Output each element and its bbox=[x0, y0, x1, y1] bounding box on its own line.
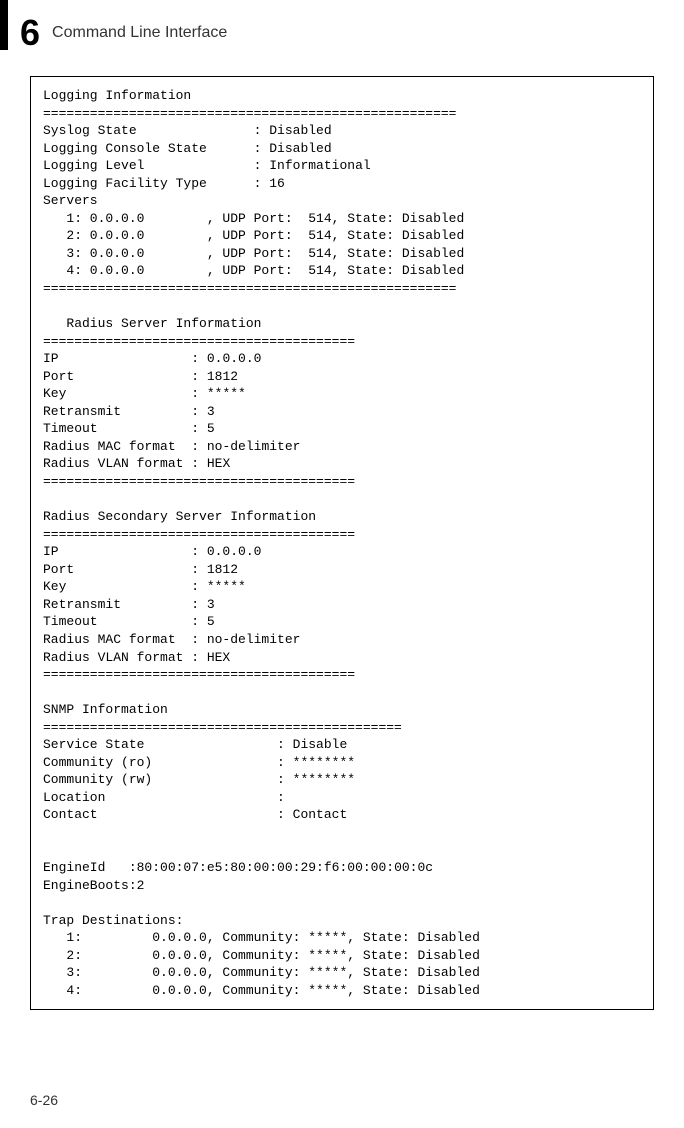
mac-format-row: Radius MAC format : no-delimiter bbox=[43, 439, 300, 454]
engineboots-row: EngineBoots:2 bbox=[43, 878, 144, 893]
key-row: Key : ***** bbox=[43, 386, 246, 401]
divider: ========================================… bbox=[43, 720, 402, 735]
divider: ======================================== bbox=[43, 334, 355, 349]
server-row: 2: 0.0.0.0 , UDP Port: 514, State: Disab… bbox=[43, 228, 464, 243]
trap-row: 1: 0.0.0.0, Community: *****, State: Dis… bbox=[43, 930, 480, 945]
trap-row: 2: 0.0.0.0, Community: *****, State: Dis… bbox=[43, 948, 480, 963]
vlan-format-row: Radius VLAN format : HEX bbox=[43, 456, 230, 471]
ip-row: IP : 0.0.0.0 bbox=[43, 544, 261, 559]
server-row: 4: 0.0.0.0 , UDP Port: 514, State: Disab… bbox=[43, 263, 464, 278]
console-state-row: Logging Console State : Disabled bbox=[43, 141, 332, 156]
page-header: 6 Command Line Interface bbox=[0, 0, 684, 66]
divider: ========================================… bbox=[43, 106, 456, 121]
port-row: Port : 1812 bbox=[43, 369, 238, 384]
server-row: 3: 0.0.0.0 , UDP Port: 514, State: Disab… bbox=[43, 246, 464, 261]
radius-header: Radius Server Information bbox=[43, 316, 261, 331]
logging-header: Logging Information bbox=[43, 88, 191, 103]
divider: ========================================… bbox=[43, 281, 456, 296]
radius2-header: Radius Secondary Server Information bbox=[43, 509, 316, 524]
engineid-row: EngineId :80:00:07:e5:80:00:00:29:f6:00:… bbox=[43, 860, 433, 875]
community-ro-row: Community (ro) : ******** bbox=[43, 755, 355, 770]
divider: ======================================== bbox=[43, 474, 355, 489]
ip-row: IP : 0.0.0.0 bbox=[43, 351, 261, 366]
servers-label: Servers bbox=[43, 193, 98, 208]
key-row: Key : ***** bbox=[43, 579, 246, 594]
page-number: 6-26 bbox=[30, 1092, 58, 1108]
facility-type-row: Logging Facility Type : 16 bbox=[43, 176, 285, 191]
server-row: 1: 0.0.0.0 , UDP Port: 514, State: Disab… bbox=[43, 211, 464, 226]
chapter-number: 6 bbox=[20, 12, 40, 54]
snmp-header: SNMP Information bbox=[43, 702, 168, 717]
logging-level-row: Logging Level : Informational bbox=[43, 158, 371, 173]
contact-row: Contact : Contact bbox=[43, 807, 347, 822]
terminal-output-box: Logging Information ====================… bbox=[30, 76, 654, 1010]
divider: ======================================== bbox=[43, 667, 355, 682]
port-row: Port : 1812 bbox=[43, 562, 238, 577]
trap-header: Trap Destinations: bbox=[43, 913, 183, 928]
trap-row: 4: 0.0.0.0, Community: *****, State: Dis… bbox=[43, 983, 480, 998]
mac-format-row: Radius MAC format : no-delimiter bbox=[43, 632, 300, 647]
divider: ======================================== bbox=[43, 527, 355, 542]
vlan-format-row: Radius VLAN format : HEX bbox=[43, 650, 230, 665]
timeout-row: Timeout : 5 bbox=[43, 614, 215, 629]
retransmit-row: Retransmit : 3 bbox=[43, 404, 215, 419]
header-title: Command Line Interface bbox=[52, 24, 227, 42]
service-state-row: Service State : Disable bbox=[43, 737, 347, 752]
retransmit-row: Retransmit : 3 bbox=[43, 597, 215, 612]
trap-row: 3: 0.0.0.0, Community: *****, State: Dis… bbox=[43, 965, 480, 980]
syslog-state-row: Syslog State : Disabled bbox=[43, 123, 332, 138]
community-rw-row: Community (rw) : ******** bbox=[43, 772, 355, 787]
terminal-output: Logging Information ====================… bbox=[43, 87, 641, 999]
location-row: Location : bbox=[43, 790, 293, 805]
timeout-row: Timeout : 5 bbox=[43, 421, 215, 436]
